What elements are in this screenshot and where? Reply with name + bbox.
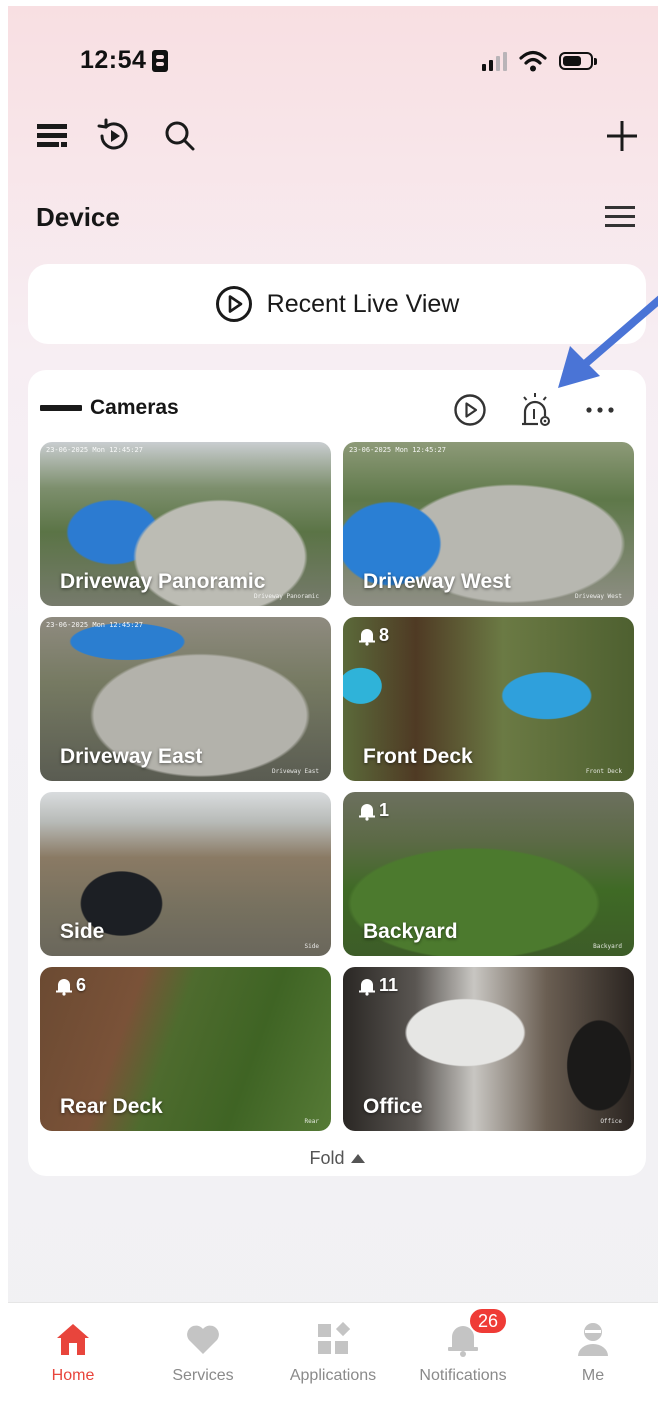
camera-tile-backyard[interactable]: 1 Backyard Backyard [343,792,634,956]
group-play-icon[interactable] [452,392,488,428]
recent-live-view-label: Recent Live View [266,289,460,318]
heart-icon [183,1319,223,1359]
camera-tile-side[interactable]: Side Side [40,792,331,956]
fold-label: Fold [309,1148,345,1168]
camera-watermark: Front Deck [585,768,622,775]
tab-services[interactable]: Services [138,1303,268,1410]
camera-name: Driveway Panoramic [60,570,266,593]
camera-timestamp: 23-06-2025 Mon 12:45:27 [46,621,143,629]
playback-history-icon[interactable] [96,118,132,154]
tab-label: Home [51,1367,95,1384]
tab-notifications[interactable]: 26 Notifications [398,1303,528,1410]
camera-group-label: Cameras [90,396,179,419]
camera-alarm-count: 8 [379,625,390,645]
camera-alarm-indicator: 11 [357,975,398,996]
id-card-icon [152,49,169,72]
camera-alarm-count: 1 [379,800,390,820]
tab-label: Applications [289,1367,377,1384]
camera-name: Office [363,1095,423,1118]
camera-tile-rear-deck[interactable]: 6 Rear Rear Deck [40,967,331,1131]
apps-icon [313,1319,353,1359]
camera-watermark: Rear [304,1118,319,1125]
status-icons [482,50,597,72]
play-circle-icon [215,286,252,322]
camera-tile-office[interactable]: 11 Office Office [343,967,634,1131]
layout-list-icon[interactable] [34,118,70,154]
annotation-arrow-icon [558,295,658,388]
camera-name: Driveway West [363,570,511,593]
camera-name: Driveway East [60,745,203,768]
camera-watermark: Driveway East [272,768,319,775]
camera-alarm-count: 6 [76,975,87,995]
caret-up-icon [350,1154,365,1163]
status-bar: 12:54 [8,6,658,116]
camera-alarm-count: 11 [379,975,399,995]
tab-home[interactable]: Home [8,1303,138,1410]
camera-watermark: Backyard [593,943,622,950]
bell-icon [56,978,72,996]
cellular-signal-icon [482,51,507,71]
camera-name: Front Deck [363,745,473,768]
tab-applications[interactable]: Applications [268,1303,398,1410]
camera-watermark: Side [304,943,319,950]
page-title: Device [36,202,120,232]
tab-me[interactable]: Me [528,1303,658,1410]
camera-alarm-indicator: 1 [357,800,389,821]
tab-label: Services [172,1367,234,1384]
camera-tile-driveway-panoramic[interactable]: 23-06-2025 Mon 12:45:27 Driveway Panoram… [40,442,331,606]
camera-tile-driveway-east[interactable]: 23-06-2025 Mon 12:45:27 Driveway East Dr… [40,617,331,781]
camera-alarm-indicator: 8 [357,625,389,646]
hamburger-menu-icon[interactable] [604,204,636,230]
camera-timestamp: 23-06-2025 Mon 12:45:27 [349,446,446,454]
camera-tile-front-deck[interactable]: 8 Front Deck Front Deck [343,617,634,781]
tab-label: Notifications [419,1367,507,1384]
bell-icon [359,803,375,821]
camera-watermark: Driveway Panoramic [253,593,319,600]
camera-timestamp: 23-06-2025 Mon 12:45:27 [46,446,143,454]
bell-icon [359,978,375,996]
wifi-icon [519,50,547,72]
camera-alarm-indicator: 6 [54,975,86,996]
group-indicator [40,405,82,411]
home-icon [53,1319,93,1359]
camera-tile-driveway-west[interactable]: 23-06-2025 Mon 12:45:27 Driveway West Dr… [343,442,634,606]
bell-icon [359,628,375,646]
add-device-icon[interactable] [604,118,640,154]
battery-icon [559,52,597,70]
camera-group-card: Cameras 23-06-2025 Mon 12:45:27 Driveway… [28,370,646,1176]
camera-watermark: Driveway West [575,593,622,600]
status-time-text: 12:54 [80,46,147,74]
person-icon [573,1319,613,1359]
notification-badge: 26 [468,1307,508,1335]
camera-name: Backyard [363,920,458,943]
camera-name: Rear Deck [60,1095,163,1118]
search-icon[interactable] [162,118,198,154]
bottom-tab-bar: Home Services Applications 26 Notificati… [8,1302,658,1410]
camera-group-header[interactable]: Cameras [40,396,179,420]
status-time: 12:54 [80,46,169,75]
fold-button[interactable]: Fold [28,1148,646,1169]
camera-watermark: Office [600,1118,622,1125]
camera-name: Side [60,920,105,943]
phone-screen: 12:54 Device Recent Live View Cameras 23… [8,6,658,1410]
tab-label: Me [581,1367,605,1384]
